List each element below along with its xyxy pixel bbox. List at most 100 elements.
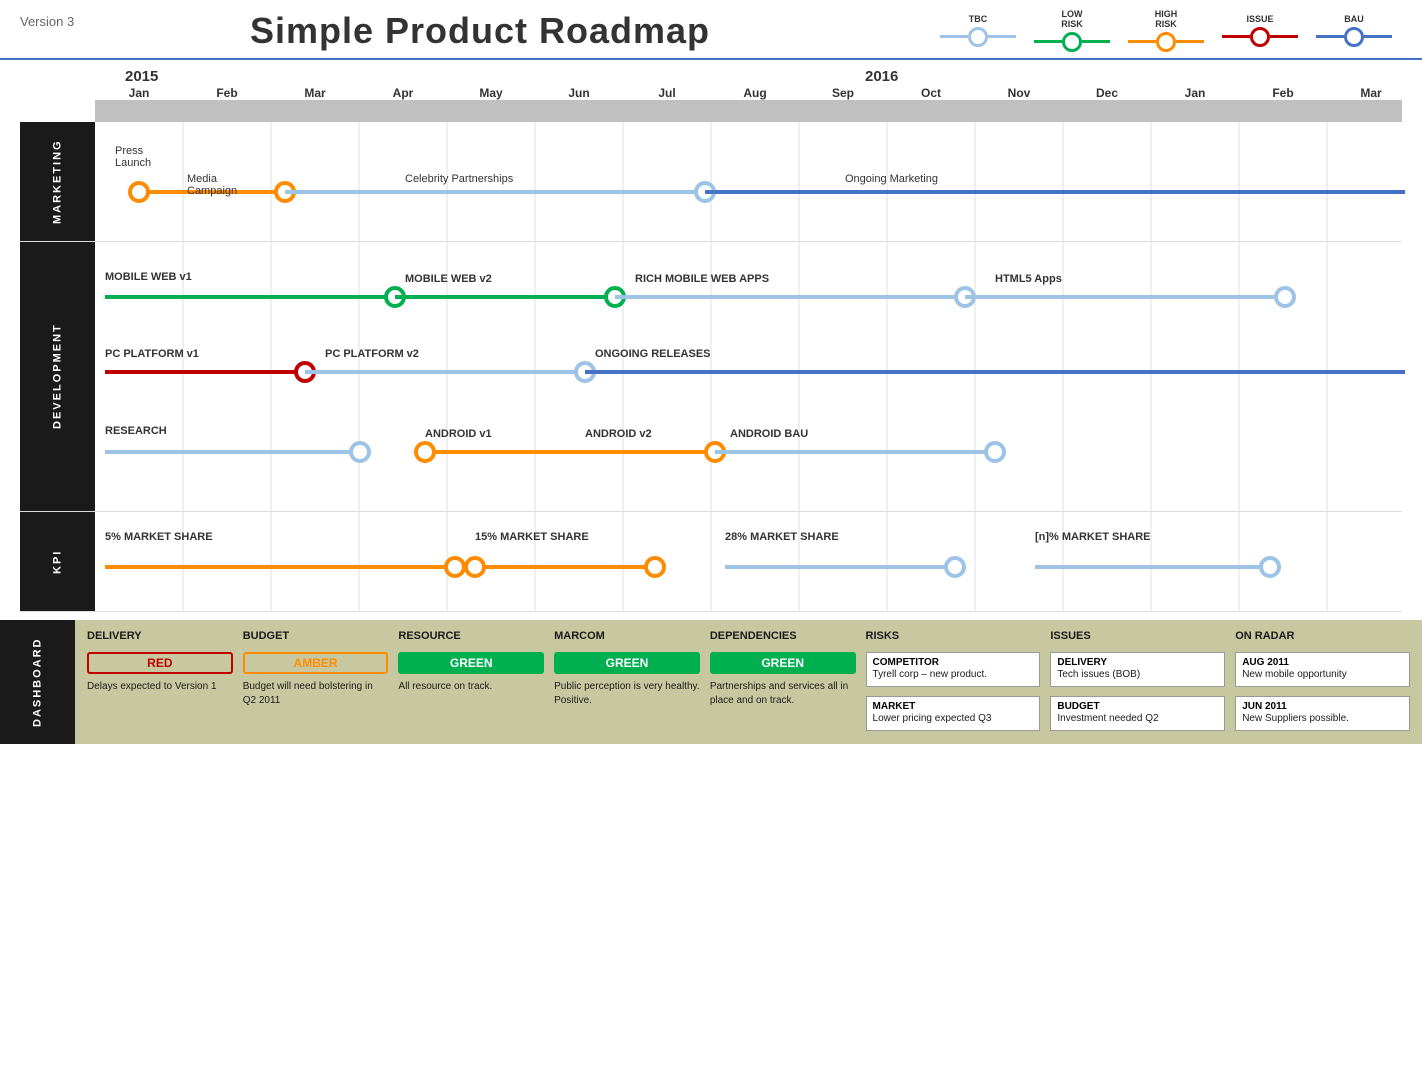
svg-text:Campaign: Campaign [187, 185, 237, 197]
month-jul: Jul [623, 86, 711, 100]
svg-text:5% MARKET SHARE: 5% MARKET SHARE [105, 531, 213, 543]
resource-text: All resource on track. [398, 680, 544, 694]
month-apr: Apr [359, 86, 447, 100]
header-bar [95, 100, 1402, 122]
issue-item-1: DELIVERY Tech issues (BOB) [1050, 652, 1225, 687]
legend-bau-label: BAU [1344, 15, 1364, 25]
dependencies-text: Partnerships and services all in place a… [710, 680, 856, 708]
month-oct: Oct [887, 86, 975, 100]
svg-text:28% MARKET SHARE: 28% MARKET SHARE [725, 531, 839, 543]
development-content: MOBILE WEB v1 MOBILE WEB v2 RICH MOBILE … [95, 242, 1402, 511]
month-dec: Dec [1063, 86, 1151, 100]
month-feb2016: Feb [1239, 86, 1327, 100]
issue-1-text: Tech issues (BOB) [1057, 668, 1218, 682]
legend-high-risk: HIGHRISK [1128, 10, 1204, 52]
kpi-content: 5% MARKET SHARE 15% MARKET SHARE 28% MAR… [95, 512, 1402, 611]
radar-item-2: JUN 2011 New Suppliers possible. [1235, 696, 1410, 731]
marcom-col: MARCOM GREEN Public perception is very h… [554, 630, 700, 734]
svg-text:ANDROID v1: ANDROID v1 [425, 428, 492, 440]
svg-text:HTML5 Apps: HTML5 Apps [995, 273, 1062, 285]
svg-text:ANDROID BAU: ANDROID BAU [730, 428, 808, 440]
svg-text:PC PLATFORM v1: PC PLATFORM v1 [105, 348, 199, 360]
month-sep: Sep [799, 86, 887, 100]
budget-text: Budget will need bolstering in Q2 2011 [243, 680, 389, 708]
delivery-badge: RED [87, 652, 233, 674]
legend-low-risk: LOWRISK [1034, 10, 1110, 52]
svg-text:MOBILE WEB v2: MOBILE WEB v2 [405, 273, 492, 285]
svg-text:PC PLATFORM v2: PC PLATFORM v2 [325, 348, 419, 360]
year-2016-label: 2016 [865, 68, 898, 85]
header: Version 3 Simple Product Roadmap TBC LOW… [0, 0, 1422, 60]
issue-2-text: Investment needed Q2 [1057, 712, 1218, 726]
dashboard-section: DASHBOARD DELIVERY RED Delays expected t… [0, 620, 1422, 744]
resource-header: RESOURCE [398, 630, 544, 642]
month-may: May [447, 86, 535, 100]
resource-col: RESOURCE GREEN All resource on track. [398, 630, 544, 734]
version-label: Version 3 [20, 14, 74, 29]
page-title: Simple Product Roadmap [20, 10, 940, 52]
radar-2-title: JUN 2011 [1242, 701, 1403, 712]
radar-item-1: AUG 2011 New mobile opportunity [1235, 652, 1410, 687]
marcom-text: Public perception is very healthy. Posit… [554, 680, 700, 708]
delivery-col: DELIVERY RED Delays expected to Version … [87, 630, 233, 734]
dependencies-header: DEPENDENCIES [710, 630, 856, 642]
year-2015-label: 2015 [125, 68, 158, 85]
development-section: DEVELOPMENT MOBILE WEB v1 [20, 242, 1402, 512]
svg-text:15% MARKET SHARE: 15% MARKET SHARE [475, 531, 589, 543]
legend-issue-label: ISSUE [1246, 15, 1273, 25]
budget-badge: AMBER [243, 652, 389, 674]
dependencies-col: DEPENDENCIES GREEN Partnerships and serv… [710, 630, 856, 734]
risk-2-text: Lower pricing expected Q3 [873, 712, 1034, 726]
month-jan2016: Jan [1151, 86, 1239, 100]
budget-header: BUDGET [243, 630, 389, 642]
dashboard-content: DELIVERY RED Delays expected to Version … [75, 620, 1422, 744]
legend-bau: BAU [1316, 15, 1392, 47]
year-row: 2015 2016 [20, 68, 1402, 86]
issues-col: ISSUES DELIVERY Tech issues (BOB) BUDGET… [1050, 630, 1225, 734]
issue-2-title: BUDGET [1057, 701, 1218, 712]
risk-item-2: MARKET Lower pricing expected Q3 [866, 696, 1041, 731]
resource-badge: GREEN [398, 652, 544, 674]
risks-col: RISKS COMPETITOR Tyrell corp – new produ… [866, 630, 1041, 734]
on-radar-header: ON RADAR [1235, 630, 1410, 642]
legend: TBC LOWRISK HIGHRISK [940, 10, 1402, 52]
marcom-badge: GREEN [554, 652, 700, 674]
dashboard-label: DASHBOARD [0, 620, 75, 744]
svg-text:ANDROID v2: ANDROID v2 [585, 428, 652, 440]
dependencies-badge: GREEN [710, 652, 856, 674]
on-radar-col: ON RADAR AUG 2011 New mobile opportunity… [1235, 630, 1410, 734]
legend-issue: ISSUE [1222, 15, 1298, 47]
risk-1-text: Tyrell corp – new product. [873, 668, 1034, 682]
svg-text:Press: Press [115, 145, 144, 157]
svg-text:MOBILE WEB v1: MOBILE WEB v1 [105, 271, 192, 283]
svg-text:Media: Media [187, 173, 218, 185]
timeline-container: 2015 2016 Jan Feb Mar Apr May Jun Jul Au… [0, 68, 1422, 612]
legend-tbc-label: TBC [969, 15, 988, 25]
legend-tbc: TBC [940, 15, 1016, 47]
legend-low-risk-label: LOWRISK [1061, 10, 1083, 30]
svg-text:ONGOING RELEASES: ONGOING RELEASES [595, 348, 711, 360]
kpi-section: KPI 5% MARKET SHARE [20, 512, 1402, 612]
svg-text:Ongoing Marketing: Ongoing Marketing [845, 173, 938, 185]
legend-high-risk-label: HIGHRISK [1155, 10, 1178, 30]
budget-col: BUDGET AMBER Budget will need bolstering… [243, 630, 389, 734]
svg-text:Launch: Launch [115, 157, 151, 169]
radar-1-text: New mobile opportunity [1242, 668, 1403, 682]
svg-text:RICH MOBILE WEB APPS: RICH MOBILE WEB APPS [635, 273, 769, 285]
month-feb: Feb [183, 86, 271, 100]
issues-header: ISSUES [1050, 630, 1225, 642]
risks-header: RISKS [866, 630, 1041, 642]
radar-1-title: AUG 2011 [1242, 657, 1403, 668]
year-2015: 2015 [95, 68, 855, 86]
month-row: Jan Feb Mar Apr May Jun Jul Aug Sep Oct … [20, 86, 1402, 100]
month-mar2016: Mar [1327, 86, 1415, 100]
kpi-svg: 5% MARKET SHARE 15% MARKET SHARE 28% MAR… [95, 512, 1415, 612]
marketing-section: MARKETING Press [20, 122, 1402, 242]
month-jan: Jan [95, 86, 183, 100]
issue-1-title: DELIVERY [1057, 657, 1218, 668]
risk-item-1: COMPETITOR Tyrell corp – new product. [866, 652, 1041, 687]
development-label: DEVELOPMENT [20, 242, 95, 511]
month-aug: Aug [711, 86, 799, 100]
marcom-header: MARCOM [554, 630, 700, 642]
delivery-text: Delays expected to Version 1 [87, 680, 233, 694]
